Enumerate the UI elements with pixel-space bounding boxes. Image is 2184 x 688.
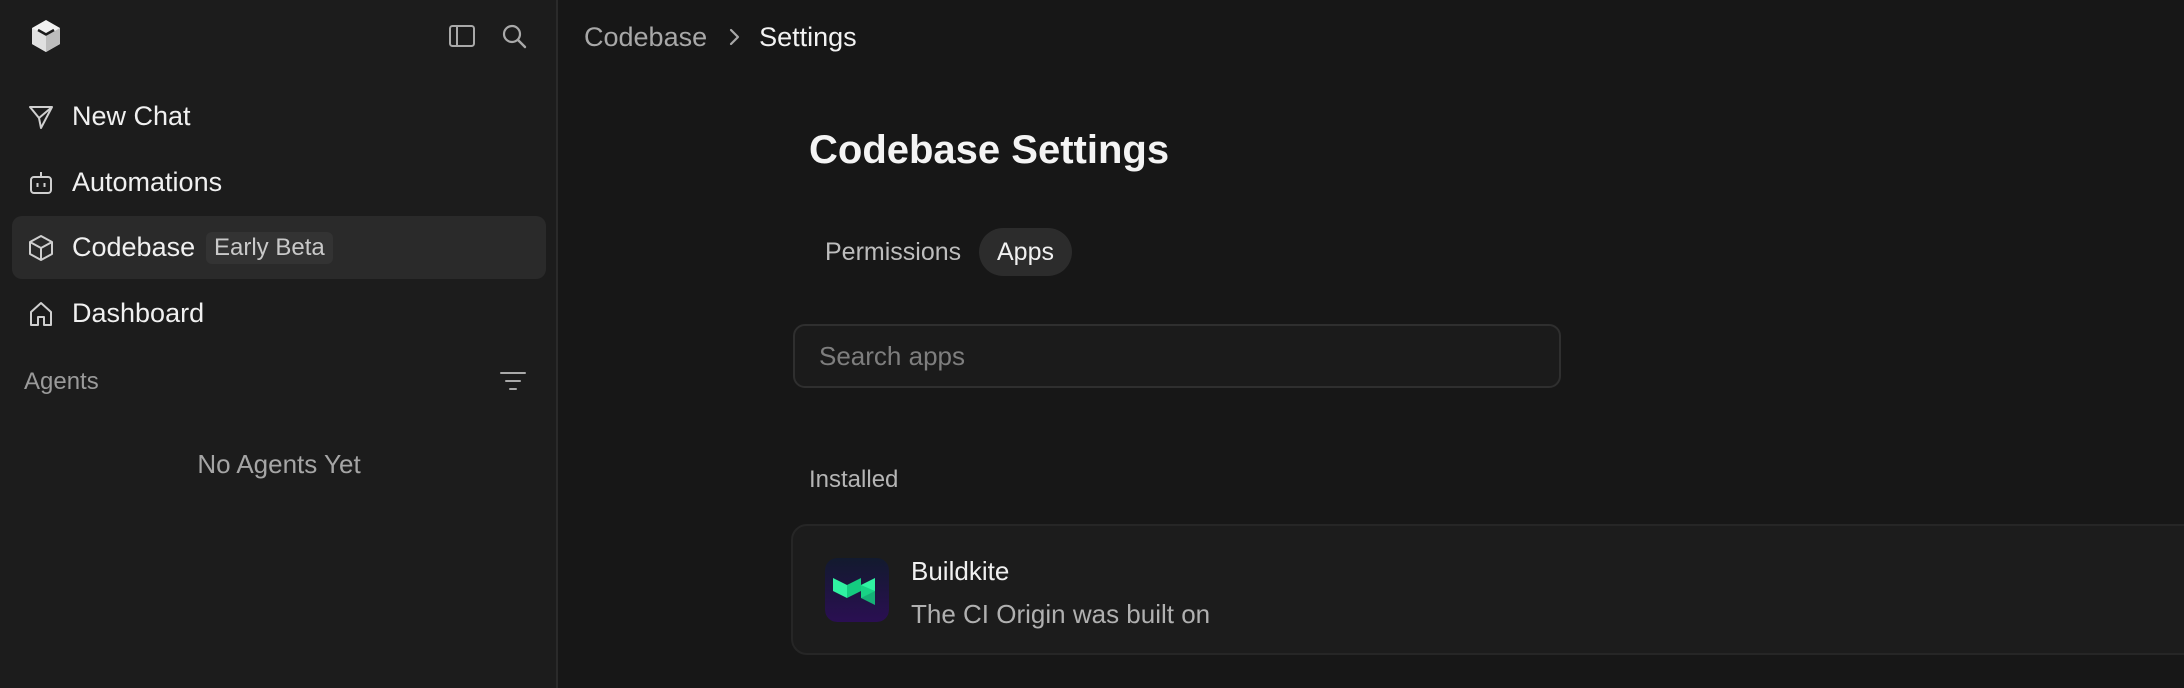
tab-apps[interactable]: Apps (979, 228, 1072, 276)
nav-item-label: Dashboard (72, 298, 205, 328)
search-apps-input[interactable] (793, 324, 1561, 388)
app-card-buildkite[interactable]: Buildkite The CI Origin was built on (791, 524, 2184, 655)
page-title: Codebase Settings (809, 128, 1170, 172)
home-icon (30, 301, 52, 326)
chevron-right-icon (730, 28, 740, 46)
nav-item-dashboard[interactable]: Dashboard (12, 282, 546, 345)
no-agents-message: No Agents Yet (197, 449, 361, 479)
nav-item-label: Codebase (72, 232, 196, 262)
app-description: The CI Origin was built on (911, 599, 1211, 629)
nav-item-automations[interactable]: Automations (12, 151, 546, 214)
nav-item-new-chat[interactable]: New Chat (12, 85, 546, 148)
search-icon[interactable] (498, 20, 530, 52)
nav-item-label: New Chat (72, 101, 191, 131)
sidebar: New Chat Automations Codebase Early Beta… (0, 0, 558, 688)
buildkite-logo-icon (825, 558, 889, 622)
installed-section-label: Installed (809, 466, 899, 493)
breadcrumb: Codebase Settings (584, 22, 857, 52)
robot-icon (30, 171, 52, 194)
breadcrumb-parent-link[interactable]: Codebase (584, 22, 707, 53)
nav-item-label: Automations (72, 167, 223, 197)
early-beta-badge: Early Beta (206, 232, 333, 264)
breadcrumb-current: Settings (759, 21, 857, 52)
sidebar-toggle-icon[interactable] (446, 20, 478, 52)
nav-item-codebase[interactable]: Codebase Early Beta (12, 216, 546, 279)
app-name: Buildkite (911, 556, 1010, 586)
filter-icon[interactable] (498, 366, 528, 396)
agents-section-label: Agents (24, 368, 99, 395)
cube-logo-icon[interactable] (28, 18, 64, 54)
tab-permissions[interactable]: Permissions (807, 228, 979, 276)
paper-plane-icon (29, 105, 53, 129)
cube-icon (29, 234, 53, 261)
